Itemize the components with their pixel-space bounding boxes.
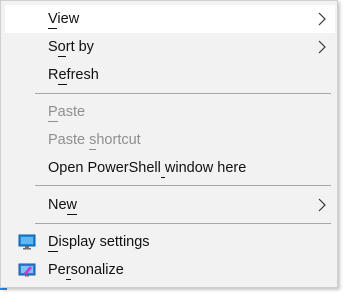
accelerator-underline — [66, 214, 78, 215]
display-settings-icon — [18, 234, 36, 250]
menu-item-paste[interactable]: Paste — [5, 98, 335, 126]
menu-item-label: Display settings — [48, 234, 150, 252]
menu-item-view[interactable]: View — [5, 5, 335, 33]
chevron-right-icon — [318, 198, 326, 212]
chevron-right-icon — [318, 12, 326, 26]
menu-separator — [35, 93, 331, 94]
menu-item-label: Open PowerShell window here — [48, 160, 247, 178]
accelerator-underline — [65, 279, 71, 280]
accelerator-underline — [160, 177, 165, 178]
desktop-context-menu: View Sort by Refresh Paste Paste shortcu… — [0, 0, 338, 288]
menu-item-paste-shortcut[interactable]: Paste shortcut — [5, 126, 335, 154]
menu-separator — [35, 223, 331, 224]
menu-item-open-powershell[interactable]: Open PowerShell window here — [5, 154, 335, 182]
menu-item-label: New — [48, 197, 78, 215]
menu-item-label: Paste — [48, 104, 86, 122]
menu-item-sort-by[interactable]: Sort by — [5, 33, 335, 61]
menu-item-label: Sort by — [48, 39, 94, 57]
accelerator-underline — [57, 56, 66, 57]
menu-item-label: Personalize — [48, 262, 124, 280]
accelerator-underline — [48, 121, 58, 122]
accelerator-underline — [48, 251, 59, 252]
menu-separator — [35, 185, 331, 186]
accelerator-underline — [58, 84, 67, 85]
chevron-right-icon — [318, 40, 326, 54]
menu-item-new[interactable]: New — [5, 191, 335, 219]
accelerator-underline — [89, 149, 97, 150]
menu-item-label: Paste shortcut — [48, 132, 141, 150]
menu-item-display-settings[interactable]: Display settings — [5, 228, 335, 256]
accelerator-underline — [48, 28, 58, 29]
personalize-icon — [18, 263, 36, 277]
menu-item-refresh[interactable]: Refresh — [5, 61, 335, 89]
menu-item-label: View — [48, 11, 80, 29]
menu-item-label: Refresh — [48, 67, 99, 85]
menu-item-personalize[interactable]: Personalize — [5, 256, 335, 284]
